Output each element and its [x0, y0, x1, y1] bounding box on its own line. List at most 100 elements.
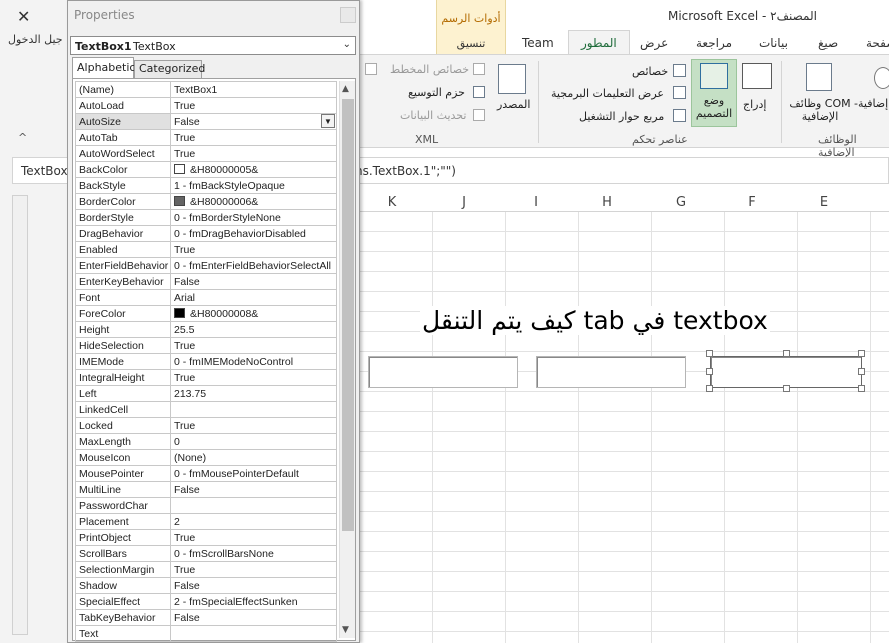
property-value[interactable]: True: [170, 241, 337, 258]
property-row[interactable]: AutoSize False ▼: [75, 113, 337, 130]
close-icon[interactable]: ✕: [17, 7, 30, 26]
property-value[interactable]: True: [170, 417, 337, 434]
worksheet-grid[interactable]: [360, 212, 889, 643]
property-value[interactable]: True: [170, 97, 337, 114]
scrollbar[interactable]: [12, 195, 28, 635]
property-name[interactable]: MousePointer: [75, 465, 171, 482]
property-row[interactable]: Enabled True: [75, 241, 337, 258]
textbox-control-selected[interactable]: [710, 356, 862, 388]
property-row[interactable]: BorderColor &H80000006&: [75, 193, 337, 210]
property-value[interactable]: True: [170, 529, 337, 546]
property-name[interactable]: Height: [75, 321, 171, 338]
property-row[interactable]: Text: [75, 625, 337, 642]
expansion-packs-button[interactable]: حزم التوسيع: [408, 86, 465, 99]
property-value[interactable]: False: [170, 481, 337, 498]
property-value[interactable]: 1 - fmBackStyleOpaque: [170, 177, 337, 194]
property-name[interactable]: EnterFieldBehavior: [75, 257, 171, 274]
property-name[interactable]: AutoLoad: [75, 97, 171, 114]
property-row[interactable]: MouseIcon (None): [75, 449, 337, 466]
scroll-down-icon[interactable]: ▼: [342, 625, 349, 635]
property-value[interactable]: [170, 497, 337, 514]
property-row[interactable]: SpecialEffect 2 - fmSpecialEffectSunken: [75, 593, 337, 610]
property-value[interactable]: False ▼: [170, 113, 337, 130]
textbox-control[interactable]: [536, 356, 686, 388]
property-value[interactable]: True: [170, 337, 337, 354]
property-row[interactable]: Shadow False: [75, 577, 337, 594]
property-value[interactable]: True: [170, 129, 337, 146]
column-header-j[interactable]: J: [434, 195, 494, 210]
property-value[interactable]: False: [170, 609, 337, 626]
tab-data[interactable]: بيانات: [759, 36, 788, 50]
property-name[interactable]: BackColor: [75, 161, 171, 178]
property-row[interactable]: PrintObject True: [75, 529, 337, 546]
property-row[interactable]: Height 25.5: [75, 321, 337, 338]
property-value[interactable]: (None): [170, 449, 337, 466]
property-name[interactable]: EnterKeyBehavior: [75, 273, 171, 290]
property-row[interactable]: SelectionMargin True: [75, 561, 337, 578]
property-name[interactable]: Enabled: [75, 241, 171, 258]
property-value[interactable]: [170, 401, 337, 418]
property-row[interactable]: Placement 2: [75, 513, 337, 530]
scrollbar[interactable]: ▲ ▼: [339, 81, 355, 638]
property-row[interactable]: IntegralHeight True: [75, 369, 337, 386]
property-name[interactable]: BackStyle: [75, 177, 171, 194]
com-addins-button[interactable]: وظائف COM الإضافية: [788, 97, 852, 123]
tab-developer[interactable]: المطور: [568, 30, 630, 55]
property-name[interactable]: MaxLength: [75, 433, 171, 450]
tab-format[interactable]: تنسيق: [437, 37, 505, 50]
tab-formulas[interactable]: صيغ: [818, 36, 838, 50]
tab-categorized[interactable]: Categorized: [134, 60, 205, 78]
property-name[interactable]: BorderColor: [75, 193, 171, 210]
property-value[interactable]: True: [170, 561, 337, 578]
design-mode-button[interactable]: وضع التصميم: [691, 59, 737, 127]
collapse-ribbon-icon[interactable]: ^: [18, 131, 27, 144]
property-row[interactable]: DragBehavior 0 - fmDragBehaviorDisabled: [75, 225, 337, 242]
property-row[interactable]: (Name) TextBox1: [75, 81, 337, 98]
property-name[interactable]: TabKeyBehavior: [75, 609, 171, 626]
tab-alphabetic[interactable]: Alphabetic: [72, 57, 135, 78]
property-row[interactable]: BackStyle 1 - fmBackStyleOpaque: [75, 177, 337, 194]
property-row[interactable]: HideSelection True: [75, 337, 337, 354]
property-value[interactable]: 0 - fmBorderStyleNone: [170, 209, 337, 226]
column-header-f[interactable]: F: [722, 195, 782, 210]
object-selector[interactable]: TextBox1 TextBox ⌄: [70, 36, 356, 55]
property-name[interactable]: PrintObject: [75, 529, 171, 546]
column-header-e[interactable]: E: [794, 195, 854, 210]
property-name[interactable]: IntegralHeight: [75, 369, 171, 386]
property-value[interactable]: &H80000006&: [170, 193, 337, 210]
tab-review[interactable]: مراجعة: [696, 36, 732, 50]
property-name[interactable]: AutoTab: [75, 129, 171, 146]
resize-handle[interactable]: [858, 385, 865, 392]
resize-handle[interactable]: [706, 350, 713, 357]
tab-view[interactable]: عرض: [640, 36, 668, 50]
property-value[interactable]: 2 - fmSpecialEffectSunken: [170, 593, 337, 610]
property-value[interactable]: &H80000005&: [170, 161, 337, 178]
textbox-control[interactable]: [368, 356, 518, 388]
property-value[interactable]: 0 - fmIMEModeNoControl: [170, 353, 337, 370]
dropdown-arrow-icon[interactable]: ▼: [321, 114, 335, 128]
property-name[interactable]: MouseIcon: [75, 449, 171, 466]
property-name[interactable]: Placement: [75, 513, 171, 530]
property-row[interactable]: AutoTab True: [75, 129, 337, 146]
property-value[interactable]: 2: [170, 513, 337, 530]
property-row[interactable]: AutoLoad True: [75, 97, 337, 114]
resize-handle[interactable]: [783, 350, 790, 357]
resize-handle[interactable]: [706, 385, 713, 392]
close-button[interactable]: [340, 7, 356, 23]
property-name[interactable]: Font: [75, 289, 171, 306]
property-name[interactable]: Shadow: [75, 577, 171, 594]
resize-handle[interactable]: [706, 368, 713, 375]
property-row[interactable]: AutoWordSelect True: [75, 145, 337, 162]
property-row[interactable]: EnterKeyBehavior False: [75, 273, 337, 290]
property-value[interactable]: 0: [170, 433, 337, 450]
property-row[interactable]: BackColor &H80000005&: [75, 161, 337, 178]
property-value[interactable]: [170, 625, 337, 642]
property-value[interactable]: True: [170, 145, 337, 162]
property-row[interactable]: TabKeyBehavior False: [75, 609, 337, 626]
property-name[interactable]: PasswordChar: [75, 497, 171, 514]
property-row[interactable]: LinkedCell: [75, 401, 337, 418]
property-name[interactable]: ForeColor: [75, 305, 171, 322]
property-name[interactable]: (Name): [75, 81, 171, 98]
property-name[interactable]: BorderStyle: [75, 209, 171, 226]
resize-handle[interactable]: [783, 385, 790, 392]
